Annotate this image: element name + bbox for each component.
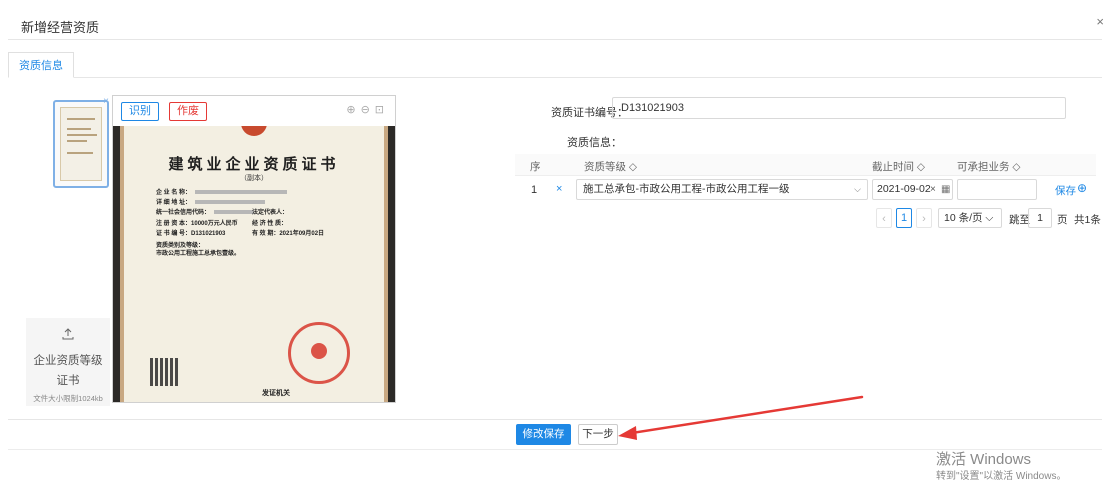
watermark-subtitle: 转到"设置"以激活 Windows。 [936,471,1067,481]
watermark-title: 激活 Windows [936,451,1032,468]
annotation-arrow [618,395,864,440]
